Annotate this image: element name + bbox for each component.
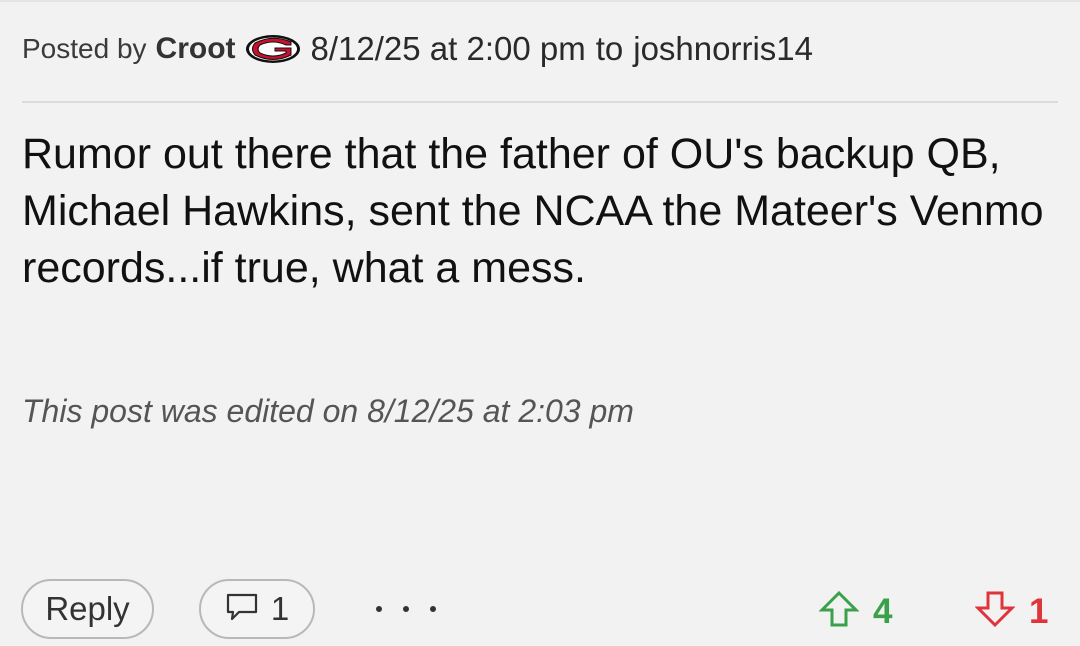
meta-divider bbox=[22, 101, 1058, 103]
recipient-link[interactable]: joshnorris14 bbox=[633, 30, 813, 68]
reply-button[interactable]: Reply bbox=[21, 579, 154, 639]
forum-post: Posted by Croot 8/12/25 at 2:00 pm to jo… bbox=[0, 0, 1080, 646]
post-timestamp: 8/12/25 at 2:00 pm bbox=[310, 30, 586, 67]
post-meta: Posted by Croot 8/12/25 at 2:00 pm to jo… bbox=[22, 30, 813, 68]
downvote-button[interactable]: 1 bbox=[974, 590, 1049, 633]
comments-button[interactable]: 1 bbox=[199, 579, 315, 639]
post-body: Rumor out there that the father of OU's … bbox=[22, 130, 1044, 292]
reply-label: Reply bbox=[45, 590, 130, 627]
more-options-dot bbox=[430, 606, 436, 612]
georgia-g-logo-icon bbox=[245, 34, 301, 64]
to-label: to bbox=[595, 30, 624, 67]
author-link[interactable]: Croot bbox=[156, 32, 236, 66]
posted-by-label: Posted by bbox=[22, 33, 147, 64]
down-arrow-icon bbox=[974, 590, 1016, 633]
more-options-icon bbox=[376, 606, 382, 612]
upvote-button[interactable]: 4 bbox=[818, 590, 893, 633]
downvote-count: 1 bbox=[1029, 591, 1049, 631]
comment-bubble-icon bbox=[225, 592, 259, 627]
top-divider bbox=[0, 0, 1080, 2]
upvote-count: 4 bbox=[873, 591, 893, 631]
more-options-button[interactable] bbox=[376, 594, 436, 624]
more-options-dot bbox=[403, 606, 409, 612]
up-arrow-icon bbox=[818, 590, 860, 633]
comment-count: 1 bbox=[270, 590, 290, 627]
edited-note: This post was edited on 8/12/25 at 2:03 … bbox=[22, 393, 634, 429]
